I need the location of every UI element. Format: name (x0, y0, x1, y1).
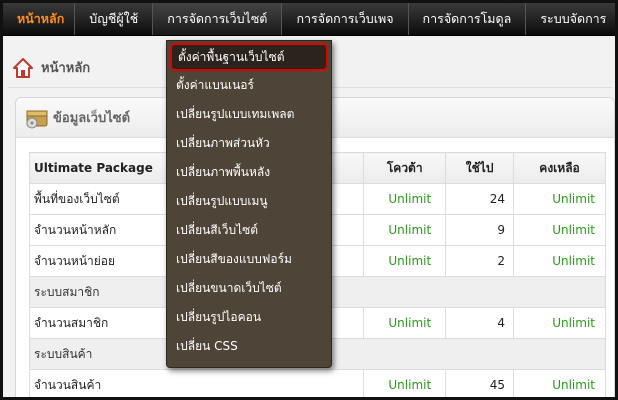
remaining-value: Unlimit (513, 245, 606, 277)
website-management-dropdown: ตั้งค่าพื้นฐานเว็บไซต์ ตั้งค่าแบนเนอร์ เ… (166, 40, 332, 368)
nav-item-website-management[interactable]: การจัดการเว็บไซต์ (153, 3, 283, 35)
used-value: 2 (445, 245, 515, 277)
row-label: จำนวนสินค้า (28, 369, 365, 397)
nav-item-webpage-management[interactable]: การจัดการเว็บเพจ (282, 3, 409, 35)
box-icon (25, 106, 49, 130)
quota-value: Unlimit (363, 307, 447, 339)
menu-item-change-css[interactable]: เปลี่ยน CSS (167, 332, 331, 361)
panel-title: ข้อมูลเว็บไซต์ (53, 111, 131, 126)
remaining-value: Unlimit (513, 214, 606, 246)
used-value: 24 (445, 183, 515, 215)
page-title: หน้าหลัก (41, 61, 91, 76)
used-value: 4 (445, 307, 515, 339)
menu-item-change-background-image[interactable]: เปลี่ยนภาพพื้นหลัง (167, 158, 331, 187)
remaining-value: Unlimit (513, 307, 606, 339)
menu-item-banner-settings[interactable]: ตั้งค่าแบนเนอร์ (167, 71, 331, 100)
table-row: จำนวนสินค้า Unlimit 45 Unlimit (28, 369, 606, 397)
column-header-used: ใช้ไป (445, 152, 515, 184)
column-header-remaining: คงเหลือ (513, 152, 606, 184)
remaining-value: Unlimit (513, 369, 606, 397)
nav-item-accounts[interactable]: บัญชีผู้ใช้ (75, 3, 154, 35)
nav-item-system-management[interactable]: ระบบจัดการ (526, 3, 615, 35)
menu-item-change-icon[interactable]: เปลี่ยนรูปไอคอน (167, 303, 331, 332)
quota-value: Unlimit (363, 369, 447, 397)
menu-item-change-header-image[interactable]: เปลี่ยนภาพส่วนหัว (167, 129, 331, 158)
app-frame: หน้าหลัก บัญชีผู้ใช้ การจัดการเว็บไซต์ ก… (3, 3, 615, 397)
menu-item-change-site-color[interactable]: เปลี่ยนสีเว็บไซต์ (167, 216, 331, 245)
top-navigation: หน้าหลัก บัญชีผู้ใช้ การจัดการเว็บไซต์ ก… (3, 3, 615, 36)
menu-item-change-site-size[interactable]: เปลี่ยนขนาดเว็บไซต์ (167, 274, 331, 303)
quota-value: Unlimit (363, 214, 447, 246)
column-header-quota: โควต้า (363, 152, 447, 184)
nav-item-home[interactable]: หน้าหลัก (3, 3, 76, 35)
remaining-value: Unlimit (513, 183, 606, 215)
home-icon (12, 57, 34, 79)
used-value: 9 (445, 214, 515, 246)
quota-value: Unlimit (363, 245, 447, 277)
quota-value: Unlimit (363, 183, 447, 215)
menu-item-change-menu-style[interactable]: เปลี่ยนรูปแบบเมนู (167, 187, 331, 216)
used-value: 45 (445, 369, 515, 397)
nav-item-module-management[interactable]: การจัดการโมดูล (409, 3, 527, 35)
menu-item-change-form-color[interactable]: เปลี่ยนสีของแบบฟอร์ม (167, 245, 331, 274)
menu-item-change-template[interactable]: เปลี่ยนรูปแบบเทมเพลต (167, 100, 331, 129)
menu-item-basic-settings[interactable]: ตั้งค่าพื้นฐานเว็บไซต์ (170, 43, 328, 71)
